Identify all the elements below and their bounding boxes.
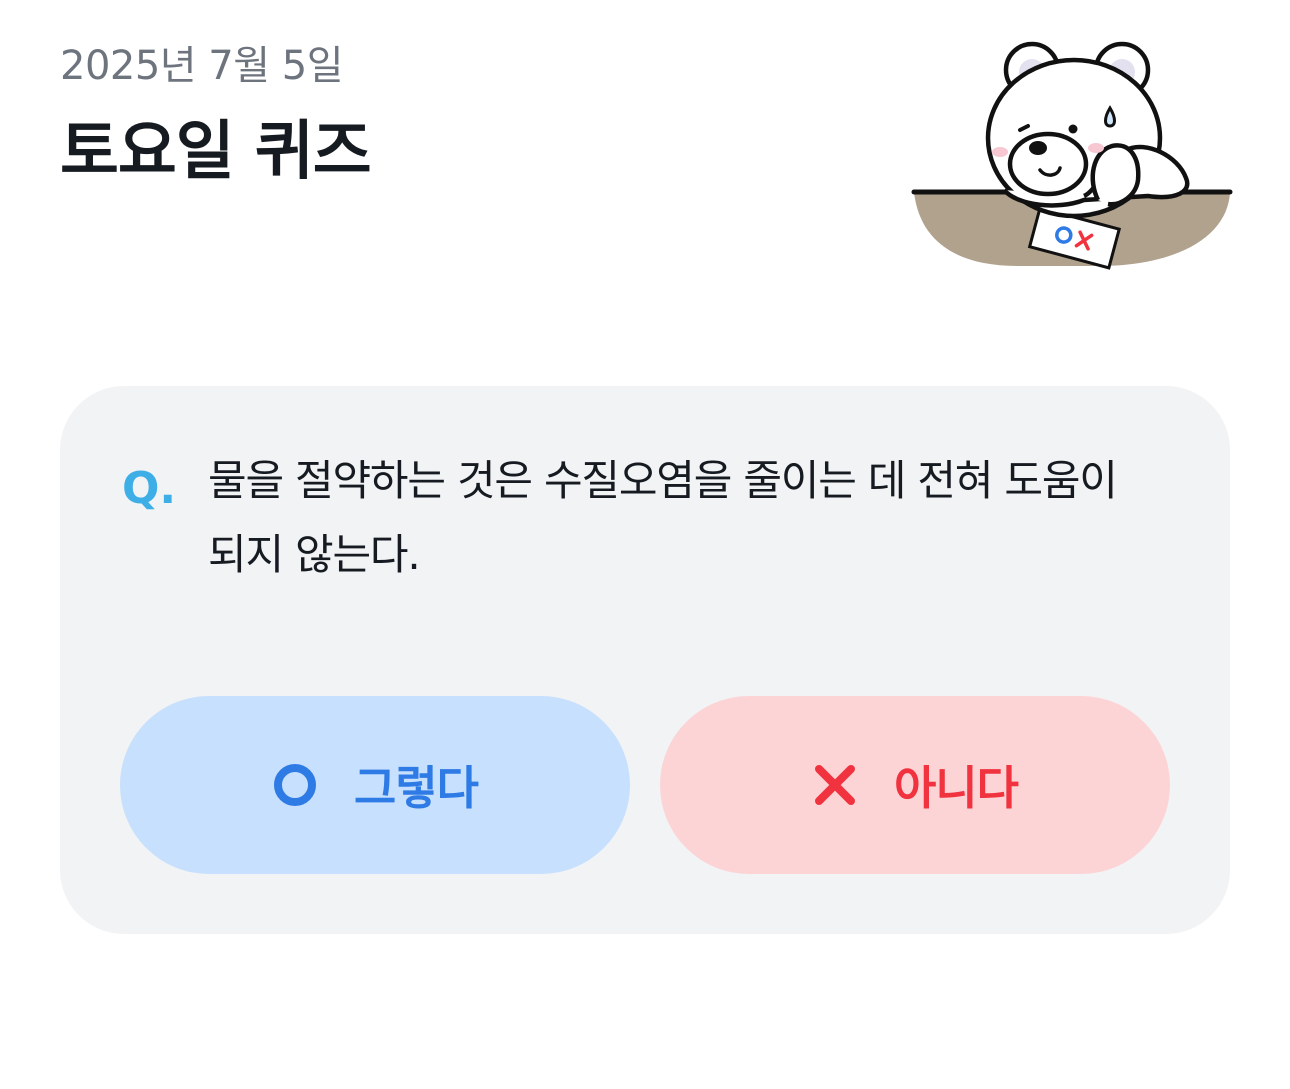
question-text: 물을 절약하는 것은 수질오염을 줄이는 데 전혀 도움이 되지 않는다. xyxy=(208,456,1118,579)
quiz-card: Q. 물을 절약하는 것은 수질오염을 줄이는 데 전혀 도움이 되지 않는다.… xyxy=(60,386,1230,934)
polar-bear-mascot-icon xyxy=(911,41,1233,270)
circle-o-icon xyxy=(274,764,317,806)
question-label: Q. xyxy=(122,463,177,514)
answer-no-label: 아니다 xyxy=(894,761,1019,815)
answer-yes-button[interactable]: 그렇다 xyxy=(120,696,630,874)
page-title: 토요일 퀴즈 xyxy=(60,115,372,189)
answer-no-button[interactable]: 아니다 xyxy=(660,696,1170,874)
answer-yes-label: 그렇다 xyxy=(354,761,479,815)
x-mark-icon xyxy=(815,765,856,805)
quiz-date: 2025년 7월 5일 xyxy=(60,43,344,89)
